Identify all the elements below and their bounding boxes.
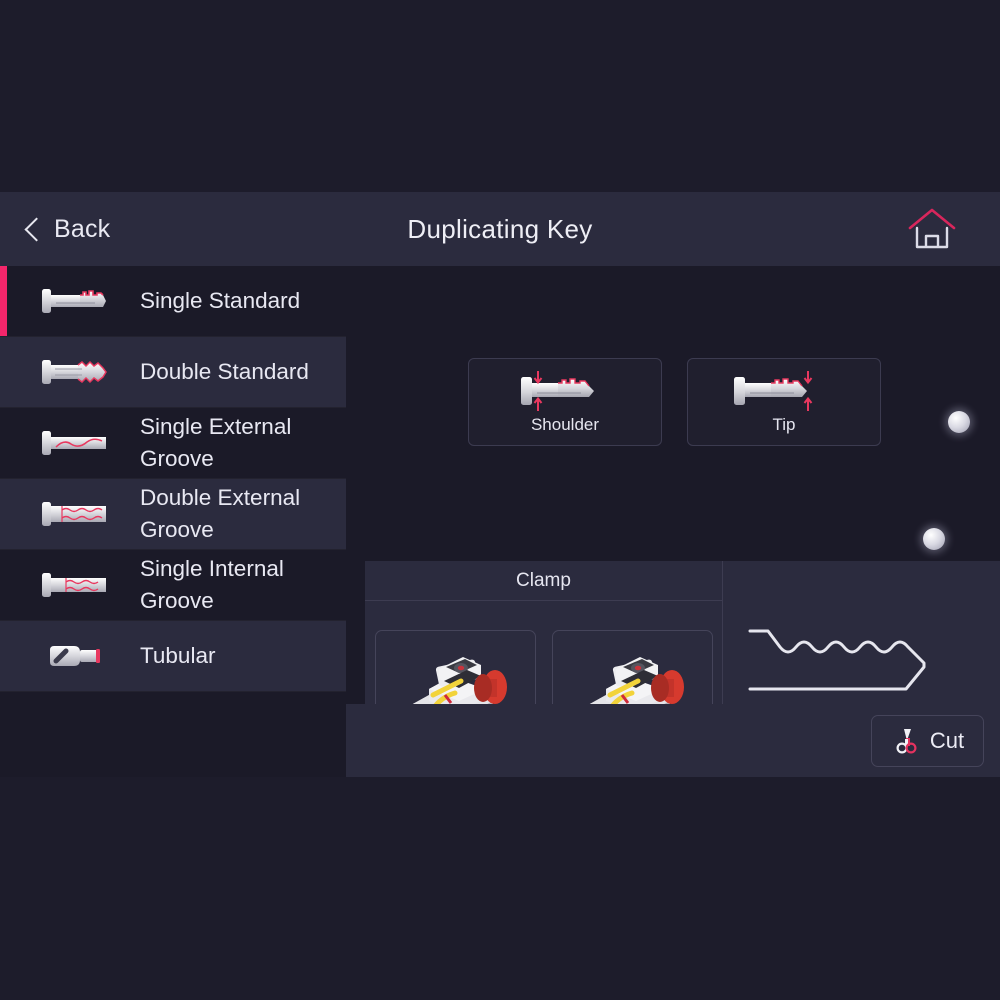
key-double-external-groove-icon [42, 502, 106, 526]
sidebar-item-single-internal-groove[interactable]: Single Internal Groove [0, 550, 346, 621]
home-button[interactable] [906, 206, 958, 252]
reference-mode-label: Tip [772, 415, 796, 434]
sidebar-item-label: Double External Groove [140, 485, 301, 542]
key-type-sidebar: Single Standard Double Standard Single E… [0, 266, 346, 777]
reference-mode-shoulder[interactable]: Shoulder [468, 358, 662, 446]
app-header: Back Duplicating Key [0, 192, 1000, 266]
sidebar-filler [0, 692, 346, 777]
selection-indicator [0, 266, 7, 336]
key-single-standard-icon [42, 289, 106, 313]
status-dot-upper[interactable] [948, 411, 970, 433]
back-button[interactable]: Back [22, 215, 110, 244]
home-icon [908, 208, 956, 249]
reference-mode-label: Shoulder [530, 415, 600, 434]
sidebar-item-label: Double Standard [140, 359, 309, 385]
back-button-label: Back [54, 214, 111, 243]
sidebar-item-double-standard[interactable]: Double Standard [0, 337, 346, 408]
clamp-title: Clamp [365, 561, 722, 601]
page-title: Duplicating Key [407, 213, 593, 244]
chevron-left-icon [22, 219, 42, 239]
duplicating-key-screen: Back Duplicating Key Single Standard Dou… [0, 192, 1000, 777]
key-tip-reference-icon [734, 371, 813, 411]
status-dot-lower[interactable] [923, 528, 945, 550]
sidebar-item-label: Tubular [140, 643, 216, 669]
main-content: Shoulder Tip Clamp Cut [346, 266, 1000, 777]
sidebar-item-label: Single Internal Groove [140, 556, 284, 613]
cutter-icon [896, 728, 917, 754]
key-single-internal-groove-icon [42, 573, 106, 597]
sidebar-item-label: Single External Groove [140, 414, 292, 471]
cut-button[interactable]: Cut [871, 714, 984, 767]
key-shoulder-reference-icon [521, 371, 594, 411]
reference-mode-group: Shoulder Tip [346, 266, 1000, 446]
key-single-external-groove-icon [42, 431, 106, 455]
sidebar-item-single-standard[interactable]: Single Standard [0, 266, 346, 337]
sidebar-item-tubular[interactable]: Tubular [0, 621, 346, 692]
sidebar-item-label: Single Standard [140, 288, 301, 314]
sidebar-item-double-external-groove[interactable]: Double External Groove [0, 479, 346, 550]
action-bar: Cut [346, 704, 1000, 777]
key-tubular-icon [50, 646, 100, 666]
sidebar-item-single-external-groove[interactable]: Single External Groove [0, 408, 346, 479]
cut-button-label: Cut [929, 727, 965, 753]
body: Single Standard Double Standard Single E… [0, 266, 1000, 777]
key-double-standard-icon [42, 360, 107, 384]
reference-mode-tip[interactable]: Tip [687, 358, 881, 446]
